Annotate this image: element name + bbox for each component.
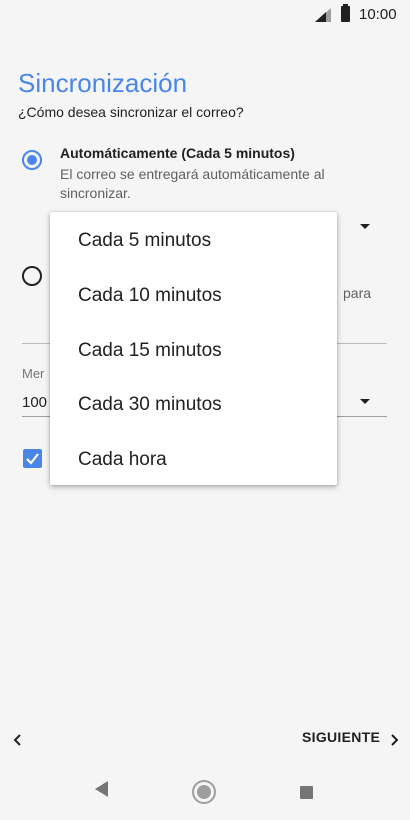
interval-dropdown-menu: Cada 5 minutos Cada 10 minutos Cada 15 m… [50, 212, 337, 485]
page-title: Sincronización [18, 68, 188, 98]
back-chevron-icon[interactable] [8, 730, 28, 750]
next-button[interactable]: SIGUIENTE [302, 729, 380, 745]
menu-item-30-minutes[interactable]: Cada 30 minutos [50, 377, 337, 432]
email-limit-dropdown-arrow-icon[interactable] [360, 399, 370, 404]
manual-radio[interactable] [22, 266, 42, 286]
automatic-option-description: El correo se entregará automáticamente a… [60, 166, 325, 201]
manual-option-text-partial: para [343, 285, 372, 301]
nav-home-icon[interactable] [192, 780, 216, 804]
menu-item-15-minutes[interactable]: Cada 15 minutos [50, 323, 337, 378]
nav-back-icon[interactable] [94, 780, 110, 798]
interval-dropdown-arrow-icon[interactable] [360, 224, 370, 229]
automatic-radio[interactable] [22, 150, 42, 170]
page-subtitle: ¿Cómo desea sincronizar el correo? [18, 104, 244, 120]
next-chevron-icon[interactable] [388, 730, 402, 750]
sync-checkbox[interactable] [23, 449, 42, 468]
email-limit-value-partial[interactable]: 100 [22, 394, 47, 411]
email-limit-label-partial: Mer [22, 366, 45, 381]
status-bar: 10:00 [0, 0, 410, 30]
nav-recents-icon[interactable] [300, 786, 313, 799]
system-nav-bar [0, 766, 410, 820]
signal-icon [315, 8, 331, 22]
menu-item-hour[interactable]: Cada hora [50, 432, 337, 487]
checkmark-icon [26, 453, 39, 465]
automatic-option-title[interactable]: Automáticamente (Cada 5 minutos) [60, 145, 295, 161]
menu-item-5-minutes[interactable]: Cada 5 minutos [50, 213, 337, 268]
status-time: 10:00 [359, 6, 397, 23]
menu-item-10-minutes[interactable]: Cada 10 minutos [50, 268, 337, 323]
battery-icon [341, 4, 350, 22]
